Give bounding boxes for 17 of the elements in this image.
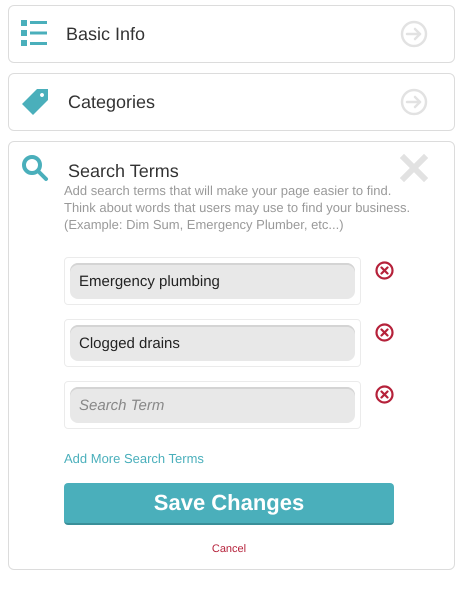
section-title: Categories bbox=[68, 91, 156, 113]
search-term-field[interactable]: Clogged drains bbox=[70, 325, 355, 361]
section-description: Add search terms that will make your page easier to find. Think about words that users may use to find your business. (Example: Dim Sum, Emergency Plumber, etc...) bbox=[64, 182, 412, 233]
remove-icon[interactable] bbox=[375, 385, 394, 404]
list-icon bbox=[21, 20, 47, 46]
remove-icon[interactable] bbox=[375, 261, 394, 280]
cancel-link[interactable]: Cancel bbox=[212, 540, 246, 557]
section-title: Search Terms bbox=[68, 160, 180, 182]
section-title: Basic Info bbox=[66, 23, 146, 45]
section-panel[interactable] bbox=[8, 141, 455, 570]
section-panel[interactable]: Basic Info bbox=[8, 5, 455, 63]
search-icon bbox=[21, 154, 49, 182]
tag-icon bbox=[21, 88, 49, 116]
search-term-field[interactable]: Search Term bbox=[70, 387, 355, 423]
remove-icon[interactable] bbox=[375, 323, 394, 342]
search-term-field[interactable]: Emergency plumbing bbox=[70, 263, 355, 299]
section-panel[interactable]: Categories bbox=[8, 73, 455, 131]
